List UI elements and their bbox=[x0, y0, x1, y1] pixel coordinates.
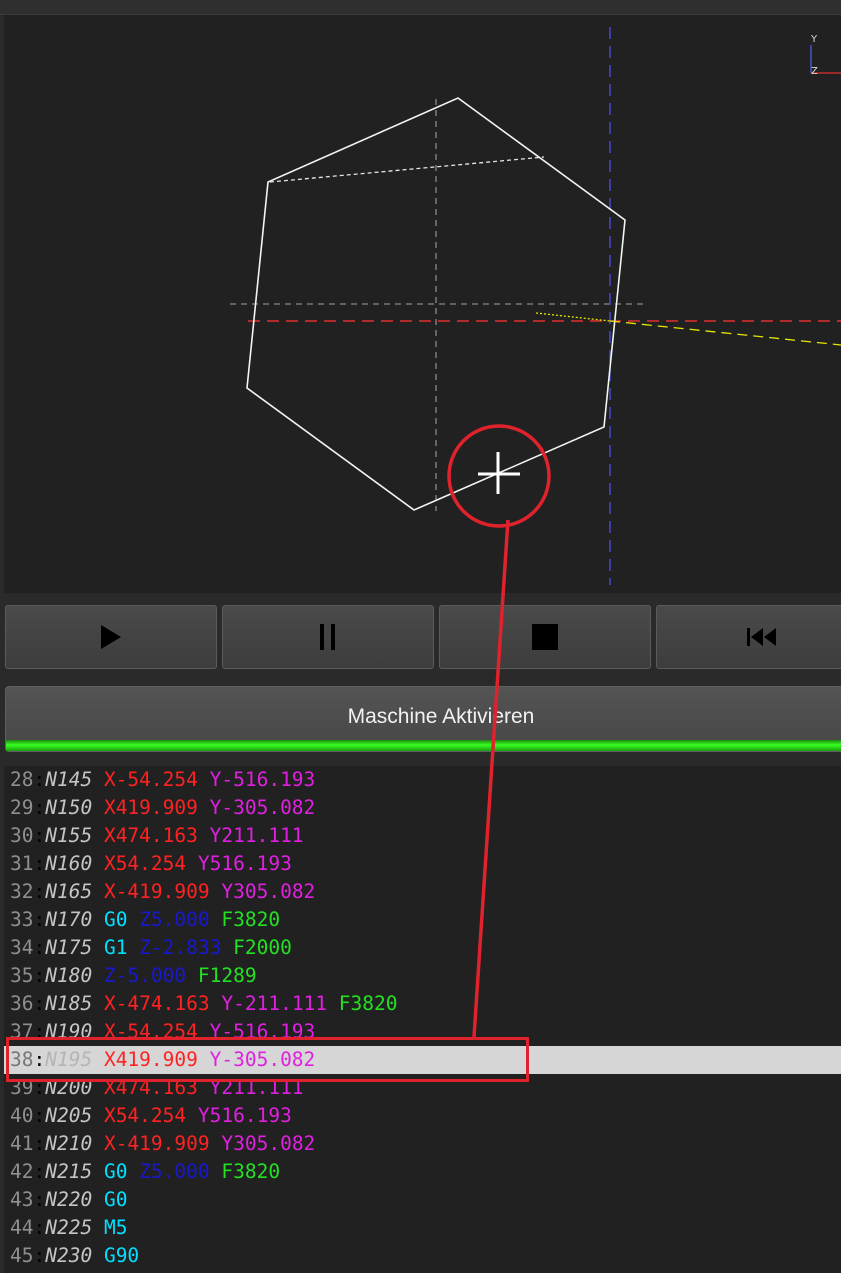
line-number: 40 bbox=[10, 1104, 34, 1127]
code-line[interactable]: 34:N175 G1 Z-2.833 F2000 bbox=[4, 934, 841, 962]
code-line[interactable]: 32:N165 X-419.909 Y305.082 bbox=[4, 878, 841, 906]
gcode-word: Y516.193 bbox=[197, 852, 292, 875]
block-number: N175 bbox=[45, 936, 93, 959]
gcode-word: Z5.000 bbox=[139, 1160, 210, 1183]
line-number: 45 bbox=[10, 1244, 34, 1267]
line-number: 32 bbox=[10, 880, 34, 903]
code-line[interactable]: 29:N150 X419.909 Y-305.082 bbox=[4, 794, 841, 822]
rewind-button[interactable] bbox=[656, 605, 841, 669]
gcode-word: M5 bbox=[103, 1216, 128, 1239]
block-number: N215 bbox=[45, 1160, 93, 1183]
block-number: N145 bbox=[45, 768, 93, 791]
code-line[interactable]: 36:N185 X-474.163 Y-211.111 F3820 bbox=[4, 990, 841, 1018]
gcode-word: F1289 bbox=[197, 964, 257, 987]
gcode-word: G1 bbox=[103, 936, 128, 959]
gcode-word: Y-305.082 bbox=[209, 796, 316, 819]
block-number: N220 bbox=[45, 1188, 93, 1211]
gcode-word: Y211.111 bbox=[209, 824, 304, 847]
block-number: N165 bbox=[45, 880, 93, 903]
code-line[interactable]: 44:N225 M5 bbox=[4, 1214, 841, 1242]
toolpath-3d-view[interactable]: Y Z bbox=[4, 15, 841, 593]
code-line[interactable]: 40:N205 X54.254 Y516.193 bbox=[4, 1102, 841, 1130]
gcode-word: X-419.909 bbox=[103, 1132, 210, 1155]
code-line[interactable]: 42:N215 G0 Z5.000 F3820 bbox=[4, 1158, 841, 1186]
block-number: N170 bbox=[45, 908, 93, 931]
gcode-word: X474.163 bbox=[103, 824, 198, 847]
gcode-word: X54.254 bbox=[103, 852, 187, 875]
activate-machine-button[interactable]: Maschine Aktivieren bbox=[5, 686, 841, 752]
gcode-word: Y516.193 bbox=[197, 1104, 292, 1127]
code-line[interactable]: 30:N155 X474.163 Y211.111 bbox=[4, 822, 841, 850]
line-number: 41 bbox=[10, 1132, 34, 1155]
gcode-word: Y-211.111 bbox=[221, 992, 328, 1015]
rapid-move-path bbox=[269, 156, 545, 183]
gcode-word: F3820 bbox=[221, 908, 281, 931]
skip-to-start-icon bbox=[747, 628, 776, 646]
gcode-word: F3820 bbox=[221, 1160, 281, 1183]
gcode-word: G0 bbox=[103, 1160, 128, 1183]
block-number: N180 bbox=[45, 964, 93, 987]
line-number: 43 bbox=[10, 1188, 34, 1211]
line-number: 33 bbox=[10, 908, 34, 931]
gcode-word: Z-2.833 bbox=[139, 936, 222, 959]
gcode-word: Z5.000 bbox=[139, 908, 210, 931]
line-number: 30 bbox=[10, 824, 34, 847]
gcode-word: X54.254 bbox=[103, 1104, 187, 1127]
gcode-word: X419.909 bbox=[103, 796, 198, 819]
block-number: N210 bbox=[45, 1132, 93, 1155]
gcode-word: G90 bbox=[103, 1244, 140, 1267]
code-line[interactable]: 35:N180 Z-5.000 F1289 bbox=[4, 962, 841, 990]
gcode-listing[interactable]: 28:N145 X-54.254 Y-516.193 29:N150 X419.9… bbox=[4, 766, 841, 1273]
play-button[interactable] bbox=[5, 605, 217, 669]
window-top-bar bbox=[0, 0, 841, 15]
line-number: 44 bbox=[10, 1216, 34, 1239]
play-icon bbox=[101, 625, 121, 649]
gcode-word: Y-516.193 bbox=[209, 768, 316, 791]
code-line[interactable]: 33:N170 G0 Z5.000 F3820 bbox=[4, 906, 841, 934]
block-number: N155 bbox=[45, 824, 93, 847]
stop-icon bbox=[532, 624, 558, 650]
block-number: N160 bbox=[45, 852, 93, 875]
line-number: 35 bbox=[10, 964, 34, 987]
block-number: N185 bbox=[45, 992, 93, 1015]
block-number: N150 bbox=[45, 796, 93, 819]
block-number: N205 bbox=[45, 1104, 93, 1127]
line-number: 36 bbox=[10, 992, 34, 1015]
line-number: 29 bbox=[10, 796, 34, 819]
code-line[interactable]: 41:N210 X-419.909 Y305.082 bbox=[4, 1130, 841, 1158]
stop-button[interactable] bbox=[439, 605, 651, 669]
playback-toolbar bbox=[0, 600, 841, 674]
gcode-word: X-419.909 bbox=[103, 880, 210, 903]
gcode-word: X-54.254 bbox=[103, 768, 198, 791]
gcode-word: Y305.082 bbox=[221, 1132, 316, 1155]
block-number: N230 bbox=[45, 1244, 93, 1267]
annotation-highlight-box bbox=[6, 1037, 529, 1082]
tool-yellow-path bbox=[609, 320, 841, 346]
line-number: 28 bbox=[10, 768, 34, 791]
gcode-word: F2000 bbox=[233, 936, 292, 959]
gcode-word: G0 bbox=[103, 908, 128, 931]
pause-button[interactable] bbox=[222, 605, 434, 669]
line-number: 34 bbox=[10, 936, 34, 959]
gcode-word: Z-5.000 bbox=[103, 964, 187, 987]
tool-approach-path bbox=[535, 312, 611, 322]
code-line[interactable]: 45:N230 G90 bbox=[4, 1242, 841, 1270]
gcode-word: G0 bbox=[103, 1188, 128, 1211]
axis-gizmo-y-label: Y bbox=[810, 34, 818, 45]
gcode-word: Y305.082 bbox=[221, 880, 316, 903]
code-line[interactable]: 31:N160 X54.254 Y516.193 bbox=[4, 850, 841, 878]
pause-icon bbox=[320, 624, 335, 650]
machine-status-bar bbox=[6, 740, 841, 751]
toolpath-canvas: Y Z bbox=[230, 27, 841, 585]
code-line[interactable]: 43:N220 G0 bbox=[4, 1186, 841, 1214]
line-number: 42 bbox=[10, 1160, 34, 1183]
block-number: N225 bbox=[45, 1216, 93, 1239]
line-number: 31 bbox=[10, 852, 34, 875]
gcode-word: X-474.163 bbox=[103, 992, 210, 1015]
code-line[interactable]: 28:N145 X-54.254 Y-516.193 bbox=[4, 766, 841, 794]
activate-machine-label: Maschine Aktivieren bbox=[347, 705, 535, 728]
gcode-word: F3820 bbox=[338, 992, 398, 1015]
axis-gizmo-z-label: Z bbox=[811, 66, 818, 77]
